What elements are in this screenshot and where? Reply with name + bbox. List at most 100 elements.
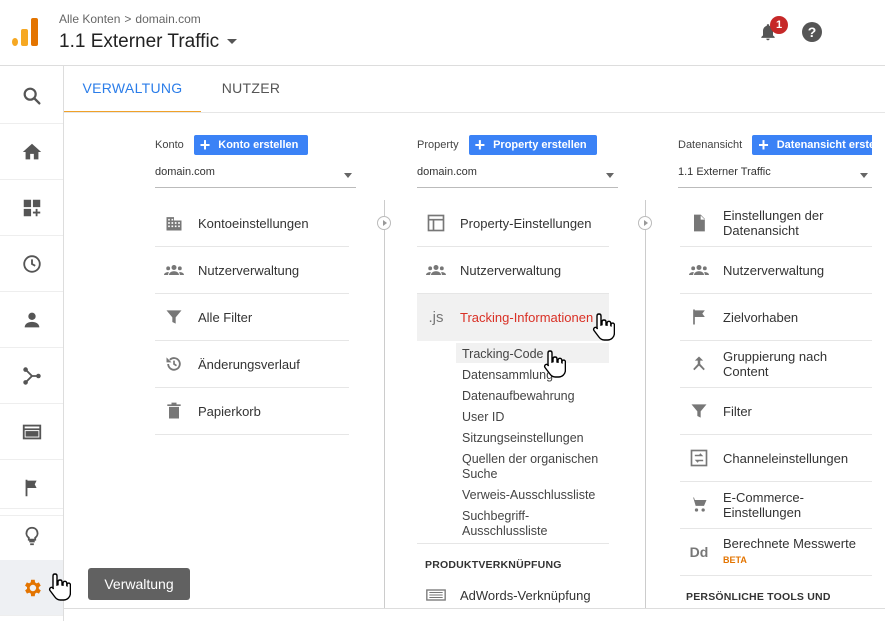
- dd-icon: Dd: [689, 544, 709, 560]
- subitem-session-settings[interactable]: Sitzungseinstellungen: [462, 431, 584, 446]
- create-property-button[interactable]: + Property erstellen: [468, 135, 597, 155]
- view-selector-value: 1.1 Externer Traffic: [678, 166, 771, 178]
- realtime-button[interactable]: [0, 236, 63, 292]
- people-icon: [163, 259, 185, 281]
- adwords-linking-item[interactable]: AdWords-Verknüpfung: [417, 578, 609, 612]
- account-settings-item[interactable]: Kontoeinstellungen: [155, 200, 349, 247]
- search-icon: [23, 87, 41, 105]
- building-icon: [163, 212, 185, 234]
- subitem-data-retention[interactable]: Datenaufbewahrung: [462, 389, 575, 404]
- acquisition-button[interactable]: [0, 348, 63, 404]
- view-selector[interactable]: 1.1 Externer Traffic: [59, 31, 238, 53]
- search-button[interactable]: [0, 68, 63, 124]
- item-label: Channeleinstellungen: [723, 450, 849, 466]
- goals-item[interactable]: Zielvorhaben: [680, 294, 872, 341]
- audience-button[interactable]: [0, 292, 63, 348]
- calculated-metrics-label: Berechnete Messwerte BETA: [723, 536, 856, 568]
- subitem-organic-sources[interactable]: Quellen der organischen Suche: [462, 452, 612, 482]
- change-history-item[interactable]: Änderungsverlauf: [155, 341, 349, 388]
- product-linking-title: PRODUKTVERKNÜPFUNG: [425, 559, 562, 571]
- property-selector-value: domain.com: [417, 166, 477, 178]
- people-icon: [688, 259, 710, 281]
- subitem-user-id[interactable]: User ID: [462, 410, 504, 425]
- property-settings-item[interactable]: Property-Einstellungen: [417, 200, 609, 247]
- trash-icon: [163, 400, 185, 422]
- item-label: Zielvorhaben: [723, 309, 799, 325]
- item-label: Tracking-Informationen: [460, 310, 594, 325]
- account-filters-item[interactable]: Alle Filter: [155, 294, 349, 341]
- view-column-header: Datenansicht + Datenansicht erstellen: [678, 135, 872, 155]
- chevron-down-icon: [860, 173, 868, 178]
- chevron-down-icon: [227, 39, 238, 45]
- personal-tools-title: PERSÖNLICHE TOOLS UND: [686, 591, 831, 603]
- admin-tabs: VERWALTUNG NUTZER: [64, 66, 885, 113]
- cart-icon: [688, 494, 710, 516]
- merge-icon: [688, 353, 710, 375]
- view-settings-item[interactable]: Einstellungen der Datenansicht: [680, 200, 872, 247]
- hand-cursor-icon: [48, 573, 71, 601]
- item-label: Filter: [723, 403, 752, 419]
- ecommerce-settings-item[interactable]: E-Commerce-Einstellungen: [680, 482, 872, 529]
- channel-settings-item[interactable]: Channeleinstellungen: [680, 435, 872, 482]
- help-icon[interactable]: ?: [802, 22, 822, 42]
- account-heading: Konto: [155, 139, 184, 151]
- property-selector[interactable]: domain.com: [417, 166, 618, 188]
- breadcrumb: Alle Konten > domain.com: [59, 12, 201, 26]
- account-column-header: Konto + Konto erstellen: [155, 135, 309, 155]
- create-view-button[interactable]: + Datenansicht erstellen: [752, 135, 872, 155]
- create-property-label: Property erstellen: [493, 139, 587, 151]
- gear-icon: [24, 579, 41, 596]
- subitem-tracking-code[interactable]: Tracking-Code: [462, 347, 544, 362]
- beta-badge: BETA: [723, 555, 747, 565]
- filter-icon: [163, 306, 185, 328]
- tab-verwaltung[interactable]: VERWALTUNG: [64, 66, 201, 113]
- calculated-metrics-item[interactable]: Dd Berechnete Messwerte BETA: [680, 529, 872, 576]
- view-filter-item[interactable]: Filter: [680, 388, 872, 435]
- column-divider: [645, 200, 646, 609]
- view-heading: Datenansicht: [678, 139, 743, 151]
- property-column-header: Property + Property erstellen: [417, 135, 597, 155]
- subitem-data-collection[interactable]: Datensammlung: [462, 368, 553, 383]
- lightbulb-icon: [25, 526, 38, 546]
- create-view-label: Datenansicht erstellen: [776, 139, 872, 151]
- home-button[interactable]: [0, 124, 63, 180]
- behavior-button[interactable]: [0, 404, 63, 460]
- hand-cursor-icon: [543, 350, 566, 378]
- account-selector[interactable]: domain.com: [155, 166, 356, 188]
- subitem-referral-exclusion[interactable]: Verweis-Ausschlussliste: [462, 488, 595, 503]
- item-label: AdWords-Verknüpfung: [460, 587, 591, 603]
- plus-icon: +: [758, 135, 769, 155]
- flag-icon: [688, 306, 710, 328]
- trash-item[interactable]: Papierkorb: [155, 388, 349, 435]
- content-grouping-item[interactable]: Gruppierung nach Content: [680, 341, 872, 388]
- history-icon: [163, 353, 185, 375]
- channel-icon: [688, 447, 710, 469]
- subitem-search-term-exclusion[interactable]: Suchbegriff-Ausschlussliste: [462, 509, 572, 539]
- account-users-item[interactable]: Nutzerverwaltung: [155, 247, 349, 294]
- tab-nutzer[interactable]: NUTZER: [206, 66, 296, 113]
- view-selector-dropdown[interactable]: 1.1 Externer Traffic: [678, 166, 872, 188]
- hand-cursor-icon: [592, 313, 615, 341]
- person-icon: [24, 312, 39, 327]
- tracking-info-item[interactable]: .js Tracking-Informationen: [417, 294, 609, 341]
- filter-icon: [688, 400, 710, 422]
- view-users-item[interactable]: Nutzerverwaltung: [680, 247, 872, 294]
- create-account-label: Konto erstellen: [218, 139, 299, 151]
- item-label: Änderungsverlauf: [198, 356, 300, 372]
- left-nav-rail: [0, 66, 64, 621]
- breadcrumb-all-accounts[interactable]: Alle Konten: [59, 12, 120, 26]
- item-label: Nutzerverwaltung: [723, 262, 825, 278]
- notification-badge: 1: [770, 16, 788, 34]
- flag-icon: [25, 479, 37, 496]
- item-label: Nutzerverwaltung: [460, 262, 562, 278]
- breadcrumb-separator: >: [124, 12, 132, 26]
- create-account-button[interactable]: + Konto erstellen: [193, 135, 309, 155]
- breadcrumb-account[interactable]: domain.com: [135, 12, 200, 26]
- property-users-item[interactable]: Nutzerverwaltung: [417, 247, 609, 294]
- discover-button[interactable]: [0, 508, 63, 564]
- analytics-logo[interactable]: [12, 18, 38, 46]
- item-label: Gruppierung nach Content: [723, 349, 828, 379]
- item-label: Nutzerverwaltung: [198, 262, 300, 278]
- people-icon: [425, 259, 447, 281]
- customization-button[interactable]: [0, 180, 63, 236]
